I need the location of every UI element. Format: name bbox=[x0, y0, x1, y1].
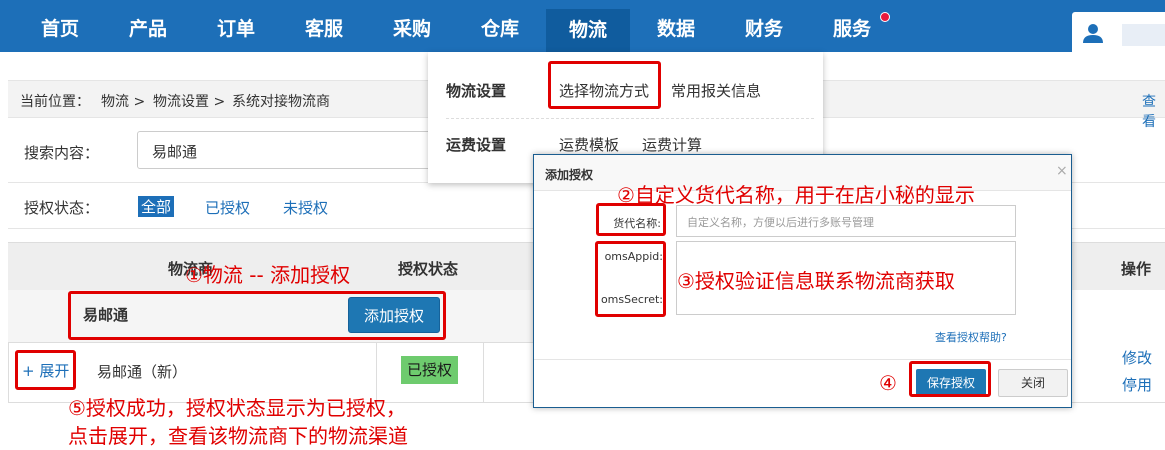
annotation-step-2: ②自定义货代名称，用于在店小秘的显示 bbox=[617, 183, 975, 207]
dialog-title: 添加授权 bbox=[545, 168, 594, 182]
annotation-step-5-line-2: 点击展开，查看该物流商下的物流渠道 bbox=[68, 424, 408, 448]
annotation-step-5-line-1: ⑤授权成功，授权状态显示为已授权， bbox=[68, 396, 406, 420]
view-link[interactable]: 查看 bbox=[1142, 91, 1165, 131]
user-menu[interactable] bbox=[1072, 12, 1165, 54]
status-badge: 已授权 bbox=[401, 356, 458, 384]
nav-item-services[interactable]: 服务 bbox=[807, 0, 897, 52]
nav-item-orders[interactable]: 订单 bbox=[191, 0, 281, 52]
nav-item-logistics[interactable]: 物流 bbox=[546, 9, 630, 52]
highlight-save bbox=[909, 361, 991, 397]
auth-help-link[interactable]: 查看授权帮助? bbox=[935, 329, 1007, 345]
nav-item-data[interactable]: 数据 bbox=[631, 0, 721, 52]
alias-field[interactable]: 自定义名称，方便以后进行多账号管理 bbox=[676, 205, 1016, 237]
breadcrumb-logistics[interactable]: 物流 > bbox=[101, 91, 145, 111]
nav-item-customer-service[interactable]: 客服 bbox=[279, 0, 369, 52]
dropdown-divider bbox=[446, 118, 814, 119]
edit-link[interactable]: 修改 bbox=[1122, 347, 1152, 368]
dropdown-section-freight-settings: 运费设置 bbox=[446, 136, 507, 154]
close-icon[interactable]: × bbox=[1056, 163, 1068, 179]
top-navigation: 首页 产品 订单 客服 采购 仓库 物流 数据 财务 服务 bbox=[0, 0, 1165, 54]
filter-unauthorized[interactable]: 未授权 bbox=[283, 197, 328, 218]
header-action: 操作 bbox=[1121, 260, 1152, 278]
auth-status-label: 授权状态： bbox=[24, 199, 100, 217]
breadcrumb-logistics-settings[interactable]: 物流设置 > bbox=[153, 91, 225, 111]
nav-item-warehouse[interactable]: 仓库 bbox=[455, 0, 545, 52]
breadcrumb-current: 系统对接物流商 bbox=[232, 94, 330, 110]
provider-name: 易邮通（新） bbox=[97, 363, 188, 381]
highlight-credentials bbox=[595, 241, 666, 317]
nav-item-purchasing[interactable]: 采购 bbox=[367, 0, 457, 52]
nav-item-products[interactable]: 产品 bbox=[103, 0, 193, 52]
header-status: 授权状态 bbox=[398, 260, 459, 278]
row-bottom-border bbox=[1072, 402, 1165, 403]
annotation-step-3: ③授权验证信息联系物流商获取 bbox=[677, 269, 955, 293]
search-label: 搜索内容： bbox=[24, 144, 100, 162]
user-name-field bbox=[1122, 24, 1165, 46]
row-divider bbox=[8, 342, 533, 343]
menu-item-freight-template[interactable]: 运费模板 bbox=[559, 134, 619, 155]
menu-item-customs-info[interactable]: 常用报关信息 bbox=[671, 80, 761, 101]
breadcrumb-prefix: 当前位置： bbox=[20, 94, 90, 110]
disable-link[interactable]: 停用 bbox=[1122, 374, 1152, 395]
dropdown-section-logistics-settings: 物流设置 bbox=[446, 82, 507, 100]
filter-authorized[interactable]: 已授权 bbox=[205, 197, 250, 218]
nav-item-finance[interactable]: 财务 bbox=[719, 0, 809, 52]
nav-item-home[interactable]: 首页 bbox=[15, 0, 105, 52]
highlight-select-logistics-method bbox=[548, 61, 661, 109]
search-input[interactable]: 易邮通 bbox=[137, 131, 437, 169]
user-icon bbox=[1083, 24, 1103, 43]
row-left-border bbox=[8, 342, 9, 402]
annotation-step-4: ④ bbox=[879, 371, 897, 395]
notification-dot bbox=[880, 12, 890, 22]
close-button[interactable]: 关闭 bbox=[998, 369, 1068, 397]
annotation-step-1: ①物流 -- 添加授权 bbox=[185, 263, 351, 287]
dialog-footer-divider bbox=[534, 359, 1071, 360]
highlight-add-authorization bbox=[68, 291, 446, 340]
menu-item-freight-calculator[interactable]: 运费计算 bbox=[642, 134, 702, 155]
column-divider bbox=[483, 342, 484, 402]
filter-all[interactable]: 全部 bbox=[138, 196, 175, 217]
highlight-expand bbox=[15, 350, 76, 390]
